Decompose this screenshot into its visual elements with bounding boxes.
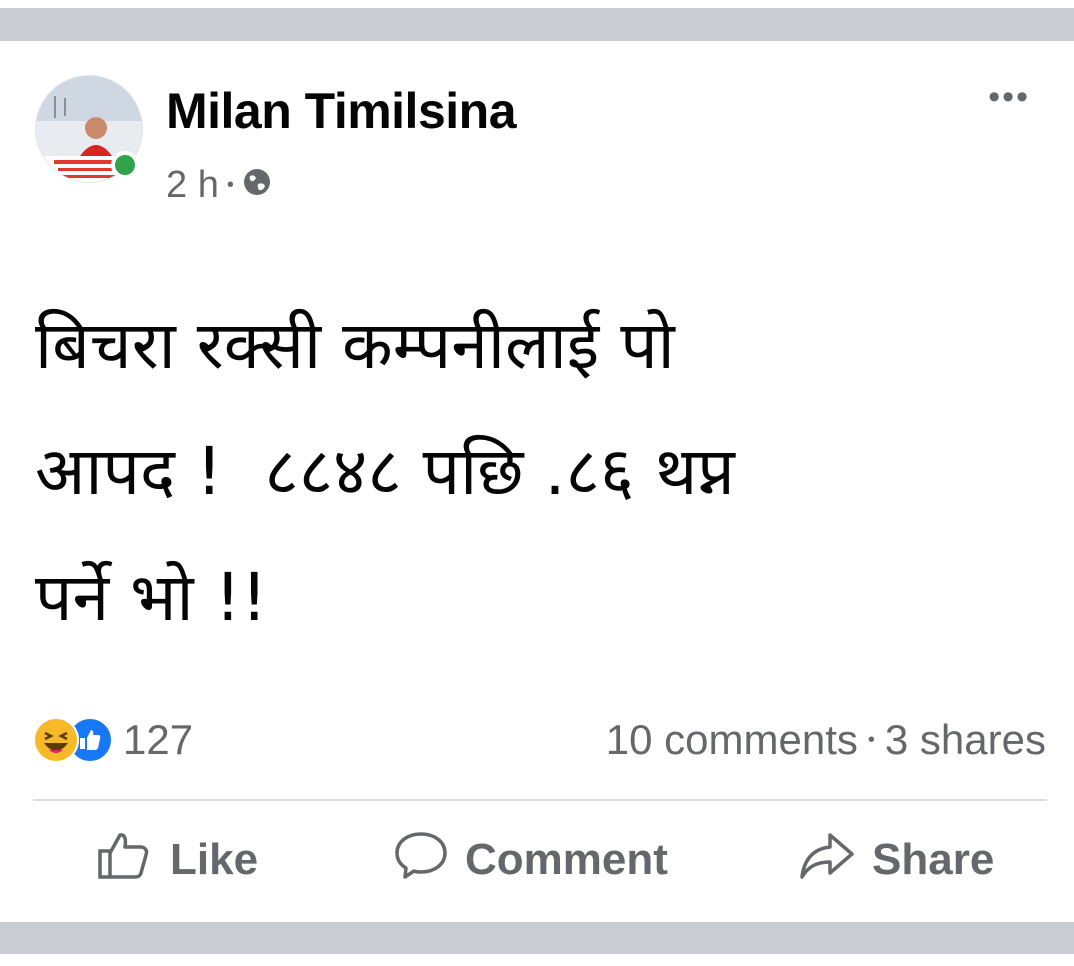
like-label: Like <box>170 835 259 884</box>
more-options-button[interactable]: ••• <box>988 78 1030 117</box>
author-name[interactable]: Milan Timilsina <box>166 82 517 140</box>
comment-button[interactable]: Comment <box>393 830 668 890</box>
online-status-indicator <box>111 151 139 179</box>
reaction-count: 127 <box>123 716 194 763</box>
reactions-summary[interactable]: 127 <box>33 713 193 767</box>
post-time[interactable]: 2 h <box>166 164 219 207</box>
engagement-stats: 10 comments • 3 shares <box>606 713 1046 767</box>
bottom-separator-band <box>0 920 1074 966</box>
post-meta: 2 h • <box>166 162 272 208</box>
top-separator-bar <box>0 8 1074 41</box>
share-arrow-icon <box>798 829 856 892</box>
shares-count-link[interactable]: 3 shares <box>885 716 1046 764</box>
share-button[interactable]: Share <box>798 830 994 890</box>
meta-separator: • <box>226 173 234 196</box>
action-divider <box>33 799 1047 801</box>
post-text: बिचरा रक्सी कम्पनीलाई पो आपद ! ८८४८ पछि … <box>35 307 735 636</box>
speech-bubble-icon <box>393 829 449 892</box>
comments-count-link[interactable]: 10 comments <box>606 716 858 764</box>
stats-separator: • <box>867 728 875 751</box>
top-separator-band <box>0 0 1074 45</box>
like-button[interactable]: Like <box>96 830 258 890</box>
globe-icon <box>242 164 272 207</box>
comment-label: Comment <box>465 835 668 884</box>
thumbs-up-icon <box>96 829 154 892</box>
haha-emoji-icon <box>33 717 79 763</box>
bottom-separator-bar <box>0 922 1074 954</box>
share-label: Share <box>872 835 995 884</box>
